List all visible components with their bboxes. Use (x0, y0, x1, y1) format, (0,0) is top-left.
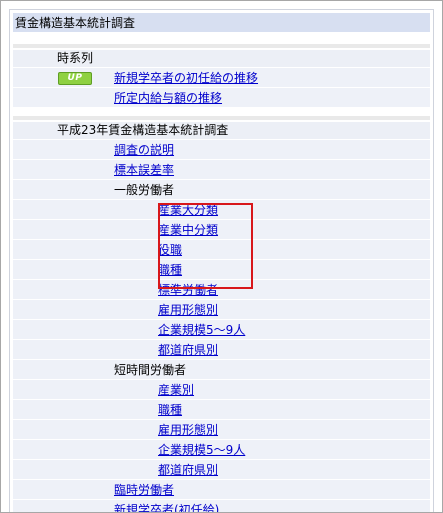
section-heading-time-series: 時系列 (13, 50, 430, 67)
list-item: 産業大分類 (13, 200, 430, 220)
link-scheduled-pay-trend[interactable]: 所定内給与額の推移 (114, 88, 222, 108)
divider (13, 116, 430, 120)
list-item: 職種 (13, 260, 430, 280)
list-item: 産業中分類 (13, 220, 430, 240)
list-item: 一般労働者 (13, 180, 430, 200)
list-item: 産業別 (13, 380, 430, 400)
link-new-graduates[interactable]: 新規学卒者(初任給) (114, 500, 219, 512)
page-frame: 賃金構造基本統計調査 時系列 UP 新規学卒者の初任給の推移 所定内給与額の推移… (0, 0, 443, 513)
link-short-industry[interactable]: 産業別 (158, 380, 194, 400)
list-item: 新規学卒者(初任給) (13, 500, 430, 512)
list-item: 都道府県別 (13, 340, 430, 360)
list-item: 職種 (13, 400, 430, 420)
list-item: 短時間労働者 (13, 360, 430, 380)
link-short-occupation[interactable]: 職種 (158, 400, 182, 420)
link-small-firm[interactable]: 企業規模5～9人 (158, 320, 245, 340)
list-item: 臨時労働者 (13, 480, 430, 500)
page-title: 賃金構造基本統計調査 (15, 16, 136, 30)
link-starting-salary-trend[interactable]: 新規学卒者の初任給の推移 (114, 68, 258, 88)
content-panel: 賃金構造基本統計調査 時系列 UP 新規学卒者の初任給の推移 所定内給与額の推移… (9, 9, 434, 512)
category-general-workers: 一般労働者 (114, 183, 175, 197)
link-occupation[interactable]: 職種 (158, 260, 182, 280)
list-item: 企業規模5～9人 (13, 440, 430, 460)
link-short-prefecture[interactable]: 都道府県別 (158, 460, 218, 480)
list-item: 都道府県別 (13, 460, 430, 480)
category-short-time-workers: 短時間労働者 (114, 363, 187, 377)
section-heading-survey: 平成23年賃金構造基本統計調査 (13, 122, 430, 139)
link-short-employment-type[interactable]: 雇用形態別 (158, 420, 218, 440)
list-item: UP 新規学卒者の初任給の推移 (13, 68, 430, 88)
link-sampling-error[interactable]: 標本誤差率 (114, 160, 174, 180)
list-item: 所定内給与額の推移 (13, 88, 430, 108)
section-heading-label: 平成23年賃金構造基本統計調査 (57, 123, 229, 137)
up-badge-icon: UP (58, 72, 92, 85)
title-bar: 賃金構造基本統計調査 (13, 13, 430, 32)
list-item: 標準労働者 (13, 280, 430, 300)
link-industry-major[interactable]: 産業大分類 (158, 200, 218, 220)
link-short-small-firm[interactable]: 企業規模5～9人 (158, 440, 245, 460)
divider (13, 44, 430, 48)
link-employment-type[interactable]: 雇用形態別 (158, 300, 218, 320)
link-survey-description[interactable]: 調査の説明 (114, 140, 174, 160)
list-item: 標本誤差率 (13, 160, 430, 180)
list-item: 雇用形態別 (13, 300, 430, 320)
list-item: 企業規模5～9人 (13, 320, 430, 340)
list-item: 調査の説明 (13, 140, 430, 160)
link-industry-medium[interactable]: 産業中分類 (158, 220, 218, 240)
section-heading-label: 時系列 (57, 51, 94, 65)
link-standard-workers[interactable]: 標準労働者 (158, 280, 218, 300)
list-item: 役職 (13, 240, 430, 260)
link-position[interactable]: 役職 (158, 240, 182, 260)
link-prefecture[interactable]: 都道府県別 (158, 340, 218, 360)
link-temporary-workers[interactable]: 臨時労働者 (114, 480, 174, 500)
list-item: 雇用形態別 (13, 420, 430, 440)
